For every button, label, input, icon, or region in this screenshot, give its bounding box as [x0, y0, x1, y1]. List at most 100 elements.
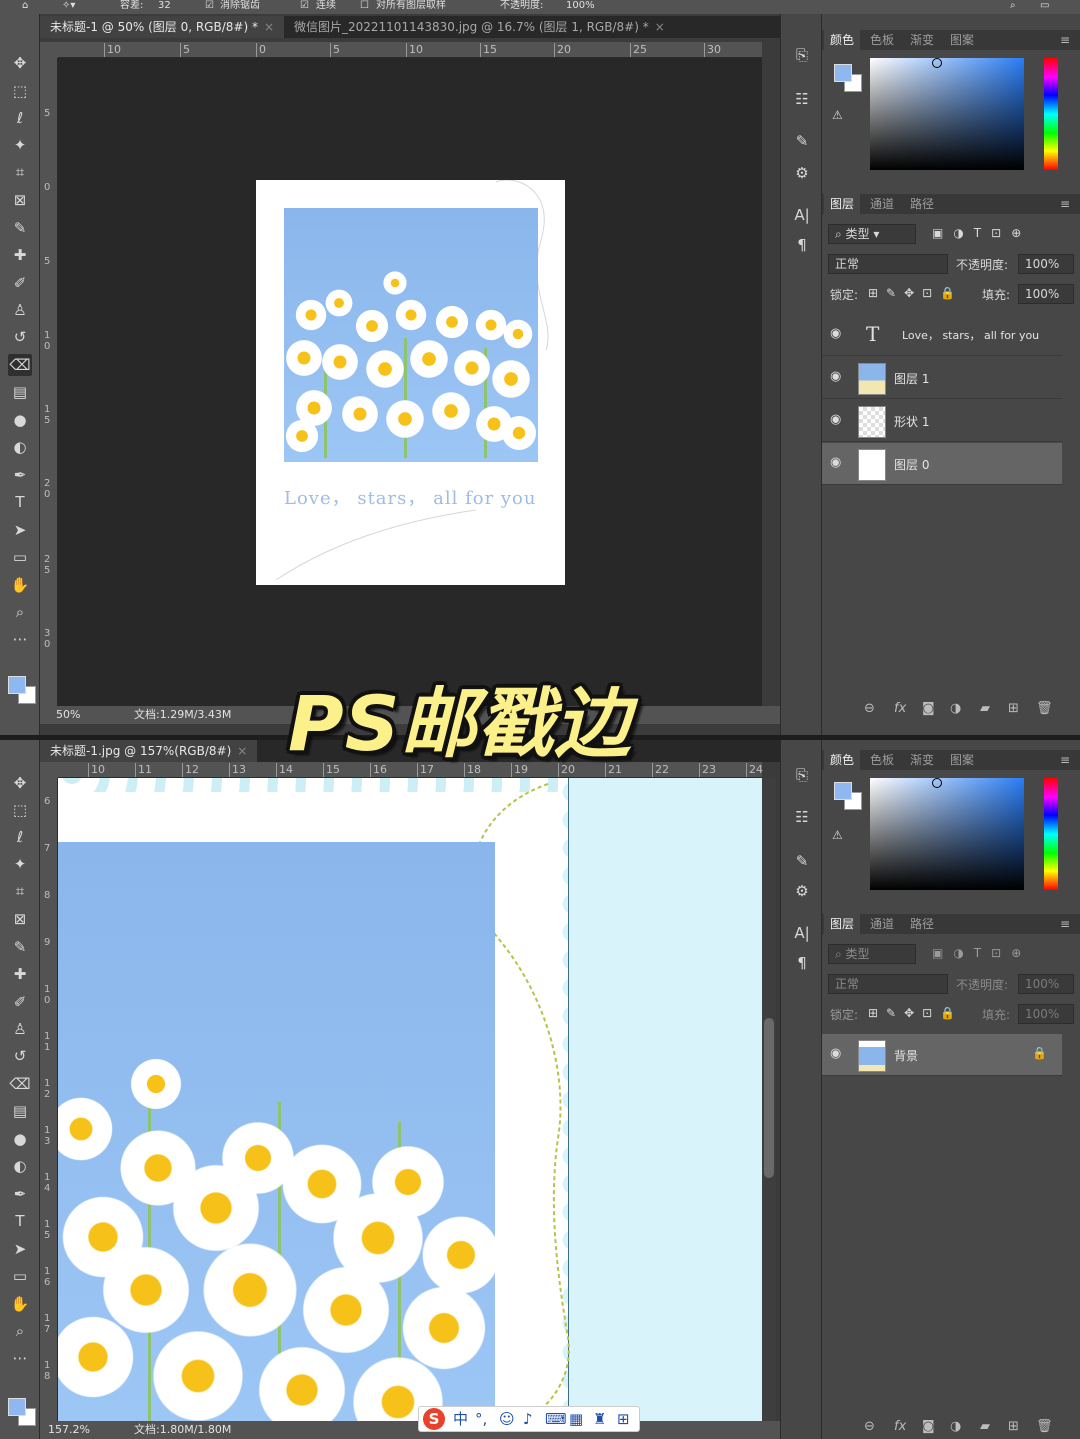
properties-panel-icon[interactable]: ☷ [790, 806, 814, 828]
eye-icon[interactable]: ◉ [830, 1046, 841, 1061]
paragraph-panel-icon[interactable]: ¶ [790, 952, 814, 974]
tab-untitled-1[interactable]: 未标题-1 @ 50% (图层 0, RGB/8#) * × [40, 16, 285, 38]
adjustment-layer-icon[interactable]: ◑ [950, 1419, 961, 1434]
link-icon[interactable]: ⊖ [864, 1419, 875, 1434]
trash-icon[interactable]: 🗑 [1036, 1419, 1053, 1434]
color-picker-field[interactable] [870, 58, 1024, 170]
history-brush-icon[interactable]: ↺ [8, 1045, 32, 1067]
adjustment-layer-icon[interactable]: ◑ [950, 701, 961, 716]
tab-color[interactable]: 颜色 [824, 750, 861, 770]
type-tool-icon[interactable]: T [8, 1210, 32, 1232]
frame-tool-icon[interactable]: ⊠ [8, 189, 32, 211]
filter-icons[interactable]: ▣◑T⊡⊕ [932, 946, 1031, 960]
tab-swatches[interactable]: 色板 [864, 750, 900, 770]
panel-menu-icon[interactable]: ≡ [1054, 30, 1076, 50]
mask-icon[interactable]: ◙ [922, 701, 935, 716]
eraser-tool-icon[interactable]: ⌫ [8, 354, 32, 376]
home-icon[interactable]: ⌂ [22, 0, 28, 12]
tab-paths[interactable]: 路径 [904, 914, 940, 934]
fill-input[interactable]: 100% [1018, 1004, 1074, 1024]
blend-mode-select[interactable]: 正常 [828, 254, 948, 274]
workspace-icon[interactable]: ▭ [1040, 0, 1049, 12]
folder-icon[interactable]: ▰ [980, 701, 990, 716]
adjustments-icon[interactable]: ⚙ [790, 162, 814, 184]
pen-tool-icon[interactable]: ✒ [8, 464, 32, 486]
history-brush-icon[interactable]: ↺ [8, 326, 32, 348]
eye-icon[interactable]: ◉ [830, 412, 841, 427]
character-panel-icon[interactable]: A| [790, 204, 814, 226]
more-tools-icon[interactable]: ⋯ [8, 1347, 32, 1369]
eye-icon[interactable]: ◉ [830, 369, 841, 384]
emoji-icon[interactable]: ☺ [499, 1407, 515, 1431]
tolerance-input[interactable]: 32 [158, 0, 171, 12]
adjustments-icon[interactable]: ⚙ [790, 880, 814, 902]
fx-icon[interactable]: fx [894, 1419, 906, 1434]
zoom-level[interactable]: 50% [56, 706, 80, 724]
character-panel-icon[interactable]: A| [790, 922, 814, 944]
healing-brush-icon[interactable]: ✚ [8, 963, 32, 985]
healing-brush-icon[interactable]: ✚ [8, 244, 32, 266]
eyedropper-tool-icon[interactable]: ✎ [8, 217, 32, 239]
tab-layers[interactable]: 图层 [824, 194, 861, 214]
filter-icons[interactable]: ▣◑T⊡⊕ [932, 226, 1031, 240]
zoom-level[interactable]: 157.2% [48, 1421, 90, 1439]
zoom-tool-icon[interactable]: ⌕ [8, 1320, 32, 1342]
tab-patterns[interactable]: 图案 [944, 30, 980, 50]
eye-icon[interactable]: ◉ [830, 326, 841, 341]
marquee-tool-icon[interactable]: ⬚ [8, 799, 32, 821]
blur-tool-icon[interactable]: ● [8, 1128, 32, 1150]
folder-icon[interactable]: ▰ [980, 1419, 990, 1434]
crop-tool-icon[interactable]: ⌗ [8, 880, 32, 902]
layer-row-shape[interactable]: ◉ 形状 1 [822, 400, 1062, 442]
paragraph-panel-icon[interactable]: ¶ [790, 234, 814, 256]
tab-wechat-image[interactable]: 微信图片_20221101143830.jpg @ 16.7% (图层 1, R… [284, 16, 675, 38]
path-select-icon[interactable]: ➤ [8, 1238, 32, 1260]
ime-toolbar[interactable]: S 中 °, ☺ ♪ ⌨ ▦ ♜ ⊞ [418, 1406, 640, 1432]
frame-tool-icon[interactable]: ⊠ [8, 908, 32, 930]
stamp-tool-icon[interactable]: ♙ [8, 1018, 32, 1040]
trash-icon[interactable]: 🗑 [1036, 701, 1053, 716]
menu-grid-icon[interactable]: ⊞ [617, 1407, 630, 1431]
canvas-area[interactable]: Love， stars， all for you [58, 58, 762, 706]
move-tool-icon[interactable]: ✥ [8, 52, 32, 74]
picker-cursor[interactable] [932, 58, 942, 68]
magic-wand-tool-icon[interactable]: ✦ [8, 134, 32, 156]
close-icon[interactable]: × [264, 20, 274, 34]
postcard-canvas[interactable]: Love， stars， all for you [256, 180, 565, 585]
eye-icon[interactable]: ◉ [830, 455, 841, 470]
tab-gradients[interactable]: 渐变 [904, 30, 940, 50]
tab-swatches[interactable]: 色板 [864, 30, 900, 50]
magic-wand-preset-icon[interactable]: ✧▾ [62, 0, 75, 12]
panel-menu-icon[interactable]: ≡ [1054, 194, 1076, 214]
lock-icons[interactable]: ⊞✎✥⊡🔒 [868, 286, 963, 300]
tab-untitled-1-jpg[interactable]: 未标题-1.jpg @ 157%(RGB/8#) × [40, 740, 258, 762]
lasso-tool-icon[interactable]: ℓ [8, 826, 32, 848]
tab-color[interactable]: 颜色 [824, 30, 861, 50]
ime-punctuation-toggle[interactable]: °, [475, 1407, 487, 1431]
hand-tool-icon[interactable]: ✋ [8, 574, 32, 596]
opacity-input[interactable]: 100% [1018, 254, 1074, 274]
microphone-icon[interactable]: ♪ [523, 1407, 533, 1431]
dodge-tool-icon[interactable]: ◐ [8, 436, 32, 458]
dodge-tool-icon[interactable]: ◐ [8, 1155, 32, 1177]
canvas-area[interactable] [58, 778, 762, 1421]
opacity-input[interactable]: 100% [1018, 974, 1074, 994]
lock-icon[interactable]: 🔒 [1032, 1046, 1047, 1060]
ime-logo-icon[interactable]: S [423, 1408, 445, 1430]
magic-wand-tool-icon[interactable]: ✦ [8, 853, 32, 875]
search-icon[interactable]: ⌕ [1010, 0, 1016, 12]
gamut-warning-icon[interactable]: ⚠ [832, 828, 843, 842]
panel-menu-icon[interactable]: ≡ [1054, 750, 1076, 770]
hand-tool-icon[interactable]: ✋ [8, 1293, 32, 1315]
fill-input[interactable]: 100% [1018, 284, 1074, 304]
close-icon[interactable]: × [237, 744, 247, 758]
link-icon[interactable]: ⊖ [864, 701, 875, 716]
layer-filter-select[interactable]: ⌕ 类型 ▾ [828, 224, 916, 244]
tab-layers[interactable]: 图层 [824, 914, 861, 934]
foreground-color-swatch[interactable] [8, 1398, 26, 1416]
gamut-warning-icon[interactable]: ⚠ [832, 108, 843, 122]
opacity-input[interactable]: 100% [566, 0, 595, 12]
layer-row-image[interactable]: ◉ 图层 1 [822, 357, 1062, 399]
brush-tool-icon[interactable]: ✐ [8, 991, 32, 1013]
tab-patterns[interactable]: 图案 [944, 750, 980, 770]
